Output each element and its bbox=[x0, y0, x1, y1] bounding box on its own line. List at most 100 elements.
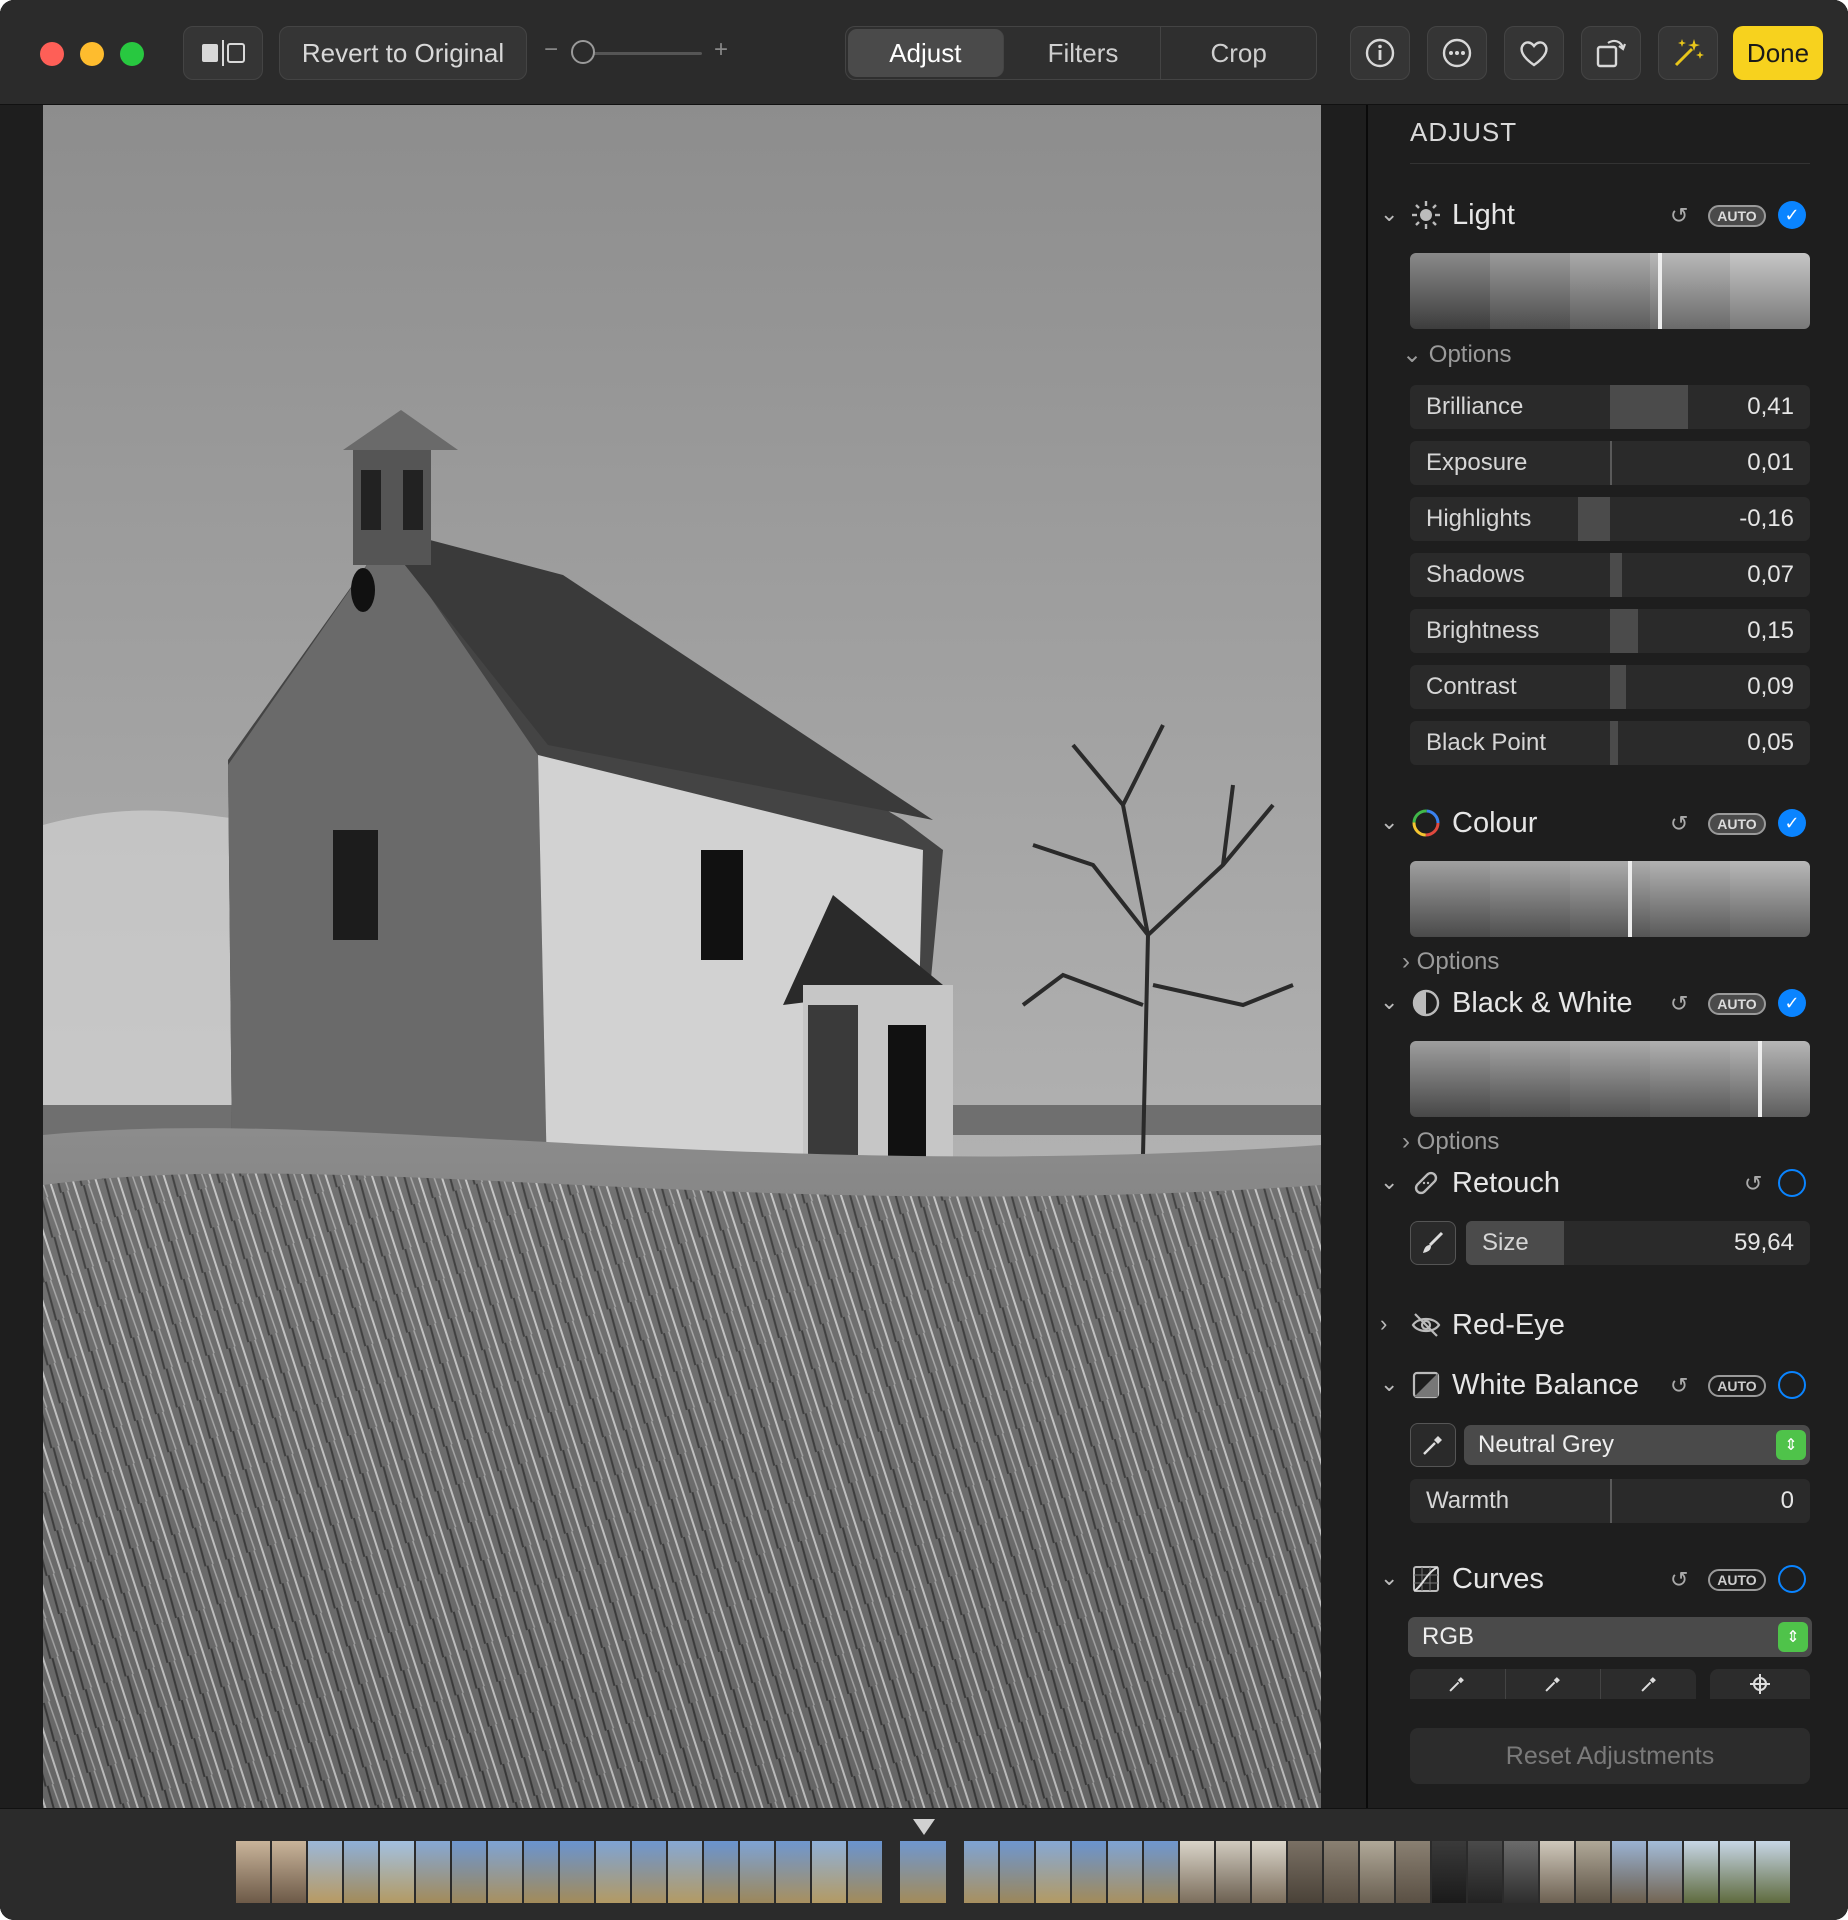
light-auto-button[interactable]: AUTO bbox=[1708, 205, 1766, 227]
filmstrip-thumb[interactable] bbox=[596, 1841, 630, 1903]
zoom-window-button[interactable] bbox=[120, 42, 144, 66]
filmstrip-thumb-selected[interactable] bbox=[900, 1841, 946, 1903]
tab-crop[interactable]: Crop bbox=[1161, 27, 1316, 79]
wb-mode-select[interactable]: Neutral Grey ⇕ bbox=[1464, 1425, 1810, 1465]
light-options-toggle[interactable]: ⌄ Options bbox=[1402, 340, 1512, 369]
chevron-right-icon[interactable]: › bbox=[1380, 1311, 1387, 1337]
curves-section-header[interactable]: ⌄ Curves ↺ AUTO bbox=[1368, 1561, 1848, 1601]
filmstrip-thumb[interactable] bbox=[1288, 1841, 1322, 1903]
undo-icon[interactable]: ↺ bbox=[1670, 1373, 1688, 1399]
filmstrip-thumb[interactable] bbox=[1756, 1841, 1790, 1903]
filmstrip-thumb[interactable] bbox=[1000, 1841, 1034, 1903]
filmstrip-thumb[interactable] bbox=[380, 1841, 414, 1903]
wb-eyedropper-button[interactable] bbox=[1410, 1423, 1456, 1467]
filmstrip-thumb[interactable] bbox=[668, 1841, 702, 1903]
filmstrip-thumb[interactable] bbox=[1216, 1841, 1250, 1903]
edited-photo[interactable] bbox=[43, 105, 1321, 1808]
black-point-slider[interactable]: Black Point 0,05 bbox=[1410, 721, 1810, 765]
filmstrip-thumb[interactable] bbox=[416, 1841, 450, 1903]
wb-enabled-checkbox[interactable] bbox=[1778, 1371, 1806, 1399]
filmstrip-thumb[interactable] bbox=[1108, 1841, 1142, 1903]
chevron-down-icon[interactable]: ⌄ bbox=[1380, 989, 1398, 1015]
zoom-slider-track[interactable] bbox=[582, 52, 702, 55]
curves-auto-button[interactable]: AUTO bbox=[1708, 1569, 1766, 1591]
contrast-slider[interactable]: Contrast 0,09 bbox=[1410, 665, 1810, 709]
curves-enabled-checkbox[interactable] bbox=[1778, 1565, 1806, 1593]
filmstrip-thumb[interactable] bbox=[1612, 1841, 1646, 1903]
white-point-eyedropper-button[interactable] bbox=[1601, 1669, 1696, 1699]
filmstrip-thumb[interactable] bbox=[1396, 1841, 1430, 1903]
filmstrip-thumb[interactable] bbox=[308, 1841, 342, 1903]
filmstrip-thumb[interactable] bbox=[1252, 1841, 1286, 1903]
brilliance-slider[interactable]: Brilliance 0,41 bbox=[1410, 385, 1810, 429]
colour-section-header[interactable]: ⌄ Colour ↺ AUTO ✓ bbox=[1368, 805, 1848, 845]
curves-channel-select[interactable]: RGB ⇕ bbox=[1408, 1617, 1812, 1657]
retouch-section-header[interactable]: ⌄ Retouch ↺ bbox=[1368, 1165, 1848, 1205]
preview-marker[interactable] bbox=[1758, 1041, 1762, 1117]
filmstrip-thumb[interactable] bbox=[1684, 1841, 1718, 1903]
colour-options-toggle[interactable]: › Options bbox=[1402, 948, 1499, 976]
bw-auto-button[interactable]: AUTO bbox=[1708, 993, 1766, 1015]
light-section-header[interactable]: ⌄ Light ↺ AUTO ✓ bbox=[1368, 197, 1848, 237]
rotate-button[interactable] bbox=[1581, 26, 1641, 80]
bw-enabled-checkbox[interactable]: ✓ bbox=[1778, 989, 1806, 1017]
more-button[interactable] bbox=[1427, 26, 1487, 80]
filmstrip-thumb[interactable] bbox=[848, 1841, 882, 1903]
filmstrip-thumb[interactable] bbox=[1576, 1841, 1610, 1903]
colour-enabled-checkbox[interactable]: ✓ bbox=[1778, 809, 1806, 837]
zoom-out-icon[interactable]: − bbox=[544, 36, 558, 64]
light-enabled-checkbox[interactable]: ✓ bbox=[1778, 201, 1806, 229]
filmstrip-thumb[interactable] bbox=[632, 1841, 666, 1903]
filmstrip-thumb[interactable] bbox=[1504, 1841, 1538, 1903]
bw-preview-strip[interactable] bbox=[1410, 1041, 1810, 1117]
filmstrip-thumb[interactable] bbox=[1540, 1841, 1574, 1903]
preview-marker[interactable] bbox=[1628, 861, 1632, 937]
undo-icon[interactable]: ↺ bbox=[1670, 203, 1688, 229]
undo-icon[interactable]: ↺ bbox=[1670, 811, 1688, 837]
mid-point-eyedropper-button[interactable] bbox=[1506, 1669, 1602, 1699]
undo-icon[interactable]: ↺ bbox=[1744, 1171, 1762, 1197]
bw-options-toggle[interactable]: › Options bbox=[1402, 1128, 1499, 1156]
chevron-down-icon[interactable]: ⌄ bbox=[1380, 1169, 1398, 1195]
filmstrip-thumb[interactable] bbox=[344, 1841, 378, 1903]
shadows-slider[interactable]: Shadows 0,07 bbox=[1410, 553, 1810, 597]
filmstrip-thumb[interactable] bbox=[1648, 1841, 1682, 1903]
filmstrip-thumb[interactable] bbox=[1144, 1841, 1178, 1903]
black-point-eyedropper-button[interactable] bbox=[1410, 1669, 1506, 1699]
colour-preview-strip[interactable] bbox=[1410, 861, 1810, 937]
wb-section-header[interactable]: ⌄ White Balance ↺ AUTO bbox=[1368, 1367, 1848, 1407]
filmstrip-thumb[interactable] bbox=[1324, 1841, 1358, 1903]
preview-marker[interactable] bbox=[1658, 253, 1662, 329]
filmstrip-thumb[interactable] bbox=[1720, 1841, 1754, 1903]
info-button[interactable] bbox=[1350, 26, 1410, 80]
auto-enhance-button[interactable] bbox=[1658, 26, 1718, 80]
filmstrip-thumb[interactable] bbox=[1180, 1841, 1214, 1903]
compare-button[interactable] bbox=[183, 26, 263, 80]
retouch-size-slider[interactable]: Size 59,64 bbox=[1466, 1221, 1810, 1265]
chevron-down-icon[interactable]: ⌄ bbox=[1380, 1371, 1398, 1397]
filmstrip-thumb[interactable] bbox=[488, 1841, 522, 1903]
retouch-enabled-checkbox[interactable] bbox=[1778, 1169, 1806, 1197]
exposure-slider[interactable]: Exposure 0,01 bbox=[1410, 441, 1810, 485]
filmstrip-thumb[interactable] bbox=[704, 1841, 738, 1903]
chevron-down-icon[interactable]: ⌄ bbox=[1380, 201, 1398, 227]
filmstrip-thumb[interactable] bbox=[812, 1841, 846, 1903]
tab-adjust[interactable]: Adjust bbox=[848, 29, 1004, 77]
undo-icon[interactable]: ↺ bbox=[1670, 1567, 1688, 1593]
filmstrip-thumb[interactable] bbox=[1072, 1841, 1106, 1903]
filmstrip-thumb[interactable] bbox=[1360, 1841, 1394, 1903]
filmstrip-thumb[interactable] bbox=[236, 1841, 270, 1903]
colour-auto-button[interactable]: AUTO bbox=[1708, 813, 1766, 835]
filmstrip-thumb[interactable] bbox=[1432, 1841, 1466, 1903]
zoom-in-icon[interactable]: + bbox=[714, 36, 728, 64]
filmstrip-thumb[interactable] bbox=[776, 1841, 810, 1903]
light-preview-strip[interactable] bbox=[1410, 253, 1810, 329]
minimize-window-button[interactable] bbox=[80, 42, 104, 66]
done-button[interactable]: Done bbox=[1733, 26, 1823, 80]
filmstrip-thumb[interactable] bbox=[1468, 1841, 1502, 1903]
favorite-button[interactable] bbox=[1504, 26, 1564, 80]
add-point-button[interactable] bbox=[1710, 1669, 1810, 1699]
zoom-slider-knob[interactable] bbox=[571, 40, 595, 64]
redeye-section-header[interactable]: › Red-Eye bbox=[1368, 1307, 1848, 1347]
filmstrip-thumb[interactable] bbox=[560, 1841, 594, 1903]
